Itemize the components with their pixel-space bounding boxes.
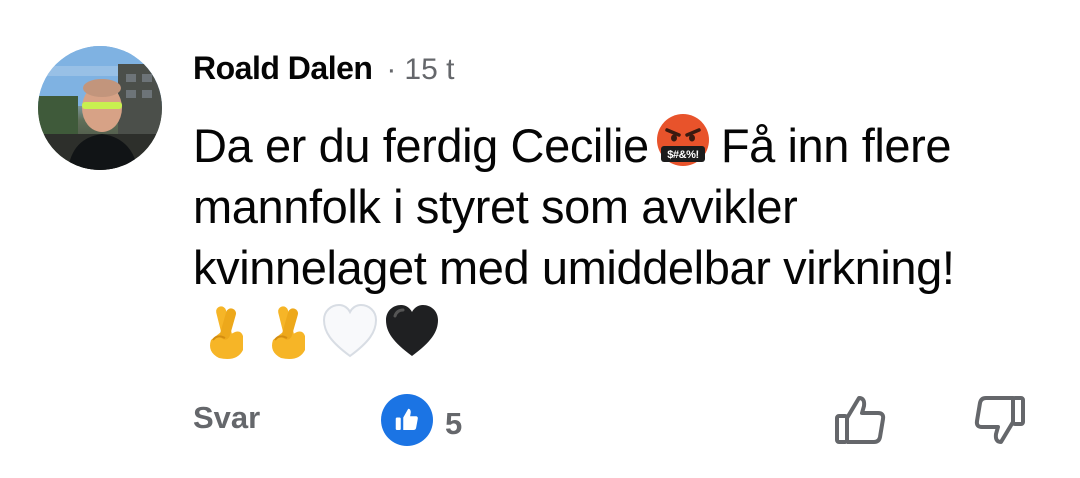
crossed-fingers-icon <box>210 306 243 359</box>
white-heart-icon <box>322 303 378 358</box>
emoji-row <box>197 300 441 362</box>
black-heart-icon <box>386 305 438 356</box>
upvote-icon[interactable] <box>832 394 888 446</box>
crossed-fingers-icon <box>272 306 305 359</box>
comment-text-part: Da er du ferdig Cecilie <box>193 119 649 172</box>
timestamp[interactable]: 15 t <box>404 53 454 87</box>
thumbs-up-icon <box>395 408 418 430</box>
comment-actions: Svar 5 <box>0 394 1080 454</box>
reply-button[interactable]: Svar <box>193 400 260 436</box>
comment-body: Da er du ferdig Cecilie $#&%! Få inn fle… <box>193 112 1053 298</box>
downvote-icon[interactable] <box>972 394 1028 446</box>
comment-line: mannfolk i styret som avvikler <box>193 180 798 233</box>
like-count[interactable]: 5 <box>445 406 462 442</box>
face-with-symbols-on-mouth-icon: $#&%! <box>656 114 709 166</box>
comment-header: Roald Dalen · 15 t <box>193 50 454 87</box>
like-reaction-badge[interactable] <box>381 394 433 446</box>
comment-line: Da er du ferdig Cecilie $#&%! Få inn fle… <box>193 112 1053 176</box>
avatar-photo <box>38 46 162 170</box>
comment-line: kvinnelaget med umiddelbar virkning! <box>193 241 955 294</box>
avatar[interactable] <box>38 46 162 170</box>
symbols-text: $#&%! <box>667 149 699 161</box>
comment-text-part: Få inn flere <box>720 119 952 172</box>
separator-dot: · <box>386 53 397 86</box>
author-name[interactable]: Roald Dalen <box>193 50 373 87</box>
